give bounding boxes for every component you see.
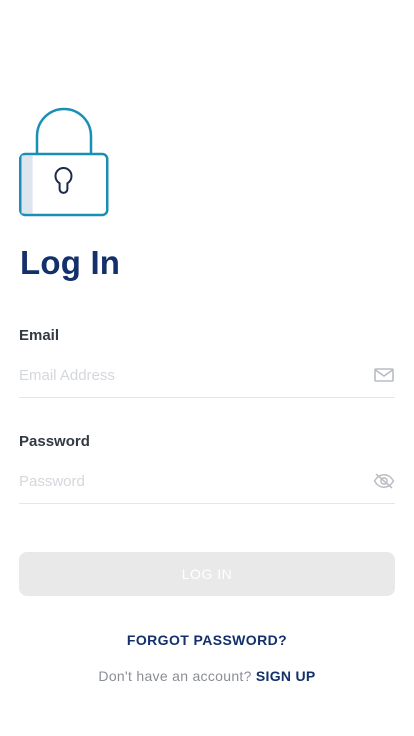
eye-off-icon[interactable] bbox=[373, 472, 395, 490]
password-input[interactable] bbox=[19, 469, 359, 493]
password-field-group: Password bbox=[19, 432, 395, 504]
signup-link[interactable]: SIGN UP bbox=[256, 668, 316, 684]
page-title: Log In bbox=[20, 244, 121, 281]
email-label: Email bbox=[19, 327, 60, 344]
signup-prompt: Don't have an account? bbox=[98, 668, 252, 684]
signup-row: Don't have an account? SIGN UP bbox=[0, 666, 414, 686]
email-row bbox=[19, 363, 395, 398]
mail-icon bbox=[374, 368, 394, 382]
password-label: Password bbox=[19, 433, 90, 450]
lock-icon bbox=[19, 107, 109, 217]
email-field-group: Email bbox=[19, 326, 395, 398]
email-input[interactable] bbox=[19, 363, 359, 387]
login-button[interactable]: LOG IN bbox=[19, 552, 395, 596]
password-row bbox=[19, 469, 395, 504]
forgot-password-link[interactable]: FORGOT PASSWORD? bbox=[0, 630, 414, 650]
